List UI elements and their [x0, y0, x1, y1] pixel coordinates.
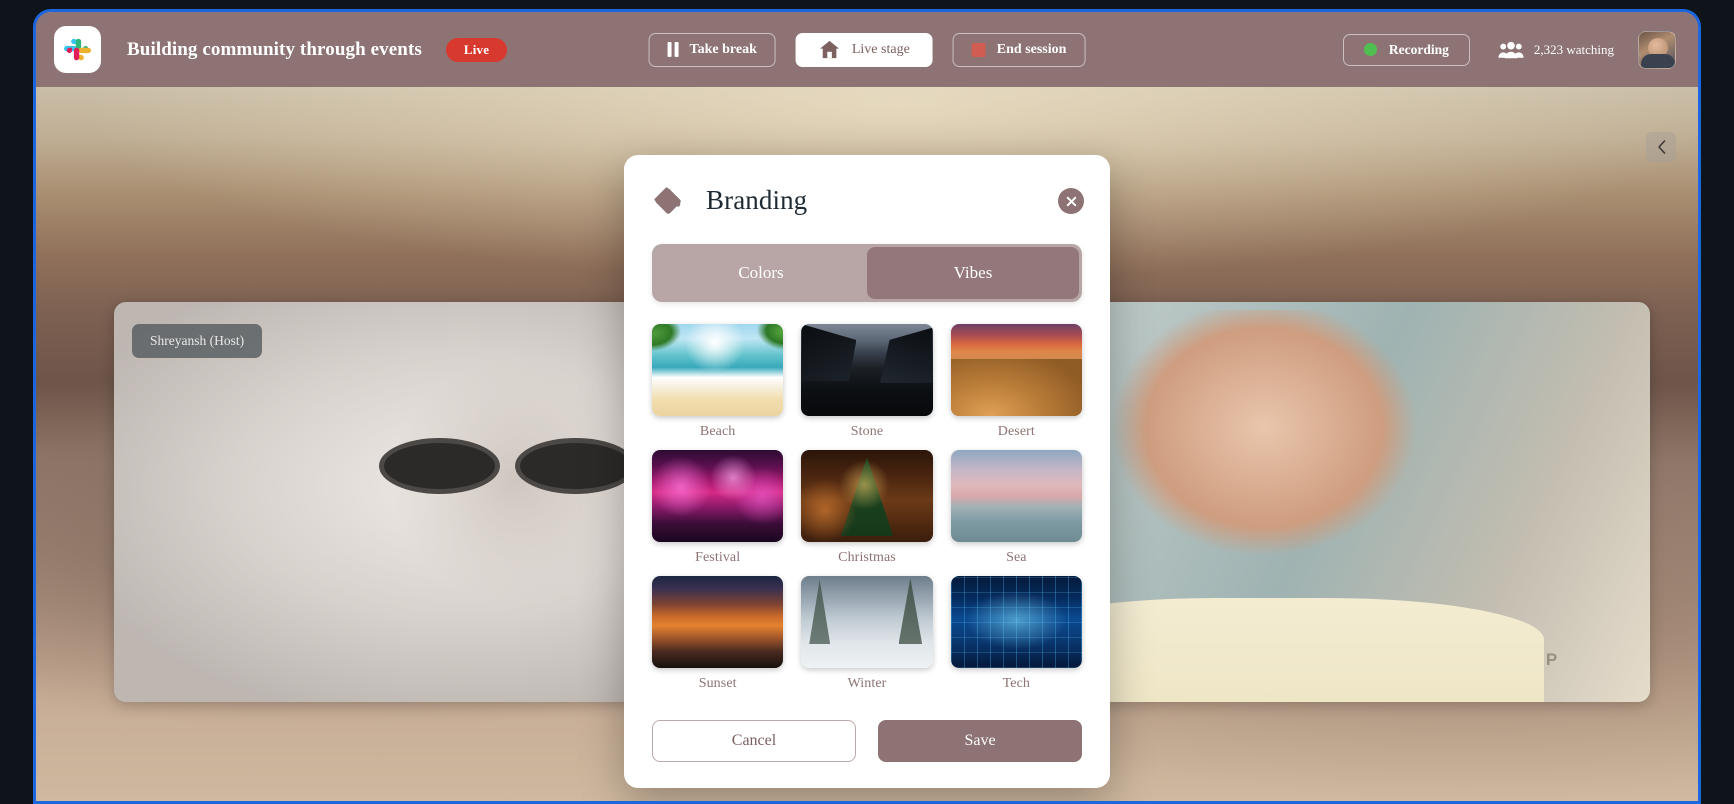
vibe-thumbnail [950, 450, 1082, 542]
vibe-thumbnail [950, 576, 1082, 668]
vibe-label: Sunset [698, 676, 737, 691]
chevron-left-icon [1657, 140, 1665, 154]
pause-icon [667, 42, 679, 57]
vibe-option-tech[interactable]: Tech [950, 576, 1082, 692]
shirt-text: STOP [1505, 650, 1560, 669]
screenshot-root: Building community through events Live T… [0, 0, 1734, 804]
vibe-option-sunset[interactable]: Sunset [652, 576, 784, 692]
vibe-option-stone[interactable]: Stone [801, 324, 933, 440]
end-session-label: End session [996, 41, 1067, 57]
recording-label: Recording [1388, 41, 1449, 57]
watching-count-label: 2,323 watching [1533, 41, 1614, 57]
stop-square-icon [971, 42, 986, 57]
paint-bucket-icon [654, 187, 681, 214]
slack-logo-icon [54, 26, 101, 73]
vibe-thumbnail [801, 576, 933, 668]
vibe-label: Beach [699, 424, 736, 439]
cancel-button[interactable]: Cancel [652, 720, 856, 762]
vibe-option-christmas[interactable]: Christmas [801, 450, 933, 566]
vibe-label: Tech [1002, 676, 1031, 691]
vibe-label: Festival [695, 550, 741, 565]
people-icon [1498, 41, 1524, 58]
close-button[interactable] [1058, 188, 1084, 214]
vibe-grid: Beach Stone Desert Festival Christmas Sea Suns… [652, 324, 1082, 692]
watching-counter: 2,323 watching [1498, 41, 1614, 59]
vibe-thumbnail [801, 324, 933, 416]
modal-header: Branding [652, 181, 1084, 227]
take-break-button[interactable]: Take break [648, 32, 776, 67]
vibe-option-festival[interactable]: Festival [652, 450, 784, 566]
close-icon [1066, 196, 1076, 206]
recording-indicator-button[interactable]: Recording [1342, 33, 1470, 66]
vibe-thumbnail [652, 576, 784, 668]
vibe-thumbnail [652, 450, 784, 542]
stage-controls: Take break Live stage End session [648, 32, 1086, 67]
vibe-label: Christmas [838, 550, 896, 565]
take-break-label: Take break [689, 41, 757, 57]
collapse-panel-button[interactable] [1646, 132, 1676, 162]
event-header-bar: Building community through events Live T… [36, 12, 1698, 87]
vibe-label: Desert [997, 424, 1035, 439]
live-stage-button[interactable]: Live stage [795, 32, 933, 67]
vibe-option-winter[interactable]: Winter [801, 576, 933, 692]
vibe-label: Winter [847, 676, 887, 691]
vibe-thumbnail [950, 324, 1082, 416]
vibe-option-beach[interactable]: Beach [652, 324, 784, 440]
live-stage-label: Live stage [851, 41, 910, 57]
save-button[interactable]: Save [878, 720, 1082, 762]
vibe-option-sea[interactable]: Sea [950, 450, 1082, 566]
branding-modal: Branding Colors Vibes Beach Stone Desert Fe… [624, 155, 1110, 788]
live-status-badge: Live [445, 37, 508, 62]
vibe-label: Stone [850, 424, 884, 439]
branding-tabs: Colors Vibes [652, 244, 1082, 302]
app-window-frame: Building community through events Live T… [33, 9, 1701, 804]
vibe-thumbnail [801, 450, 933, 542]
modal-actions: Cancel Save [652, 720, 1082, 788]
host-name-chip: Shreyansh (Host) [132, 324, 263, 358]
vibe-label: Sea [1006, 550, 1027, 565]
end-session-button[interactable]: End session [952, 32, 1086, 67]
tab-vibes[interactable]: Vibes [867, 247, 1079, 299]
modal-title: Branding [706, 184, 808, 215]
tab-colors[interactable]: Colors [655, 247, 867, 299]
header-right-controls: Recording 2,323 watching [1342, 30, 1676, 69]
event-title: Building community through events [127, 38, 422, 60]
avatar[interactable] [1638, 30, 1676, 69]
vibe-thumbnail [652, 324, 784, 416]
home-icon [820, 40, 840, 58]
vibe-option-desert[interactable]: Desert [950, 324, 1082, 440]
recording-dot-icon [1363, 43, 1377, 56]
sunglasses-icon [378, 438, 637, 494]
